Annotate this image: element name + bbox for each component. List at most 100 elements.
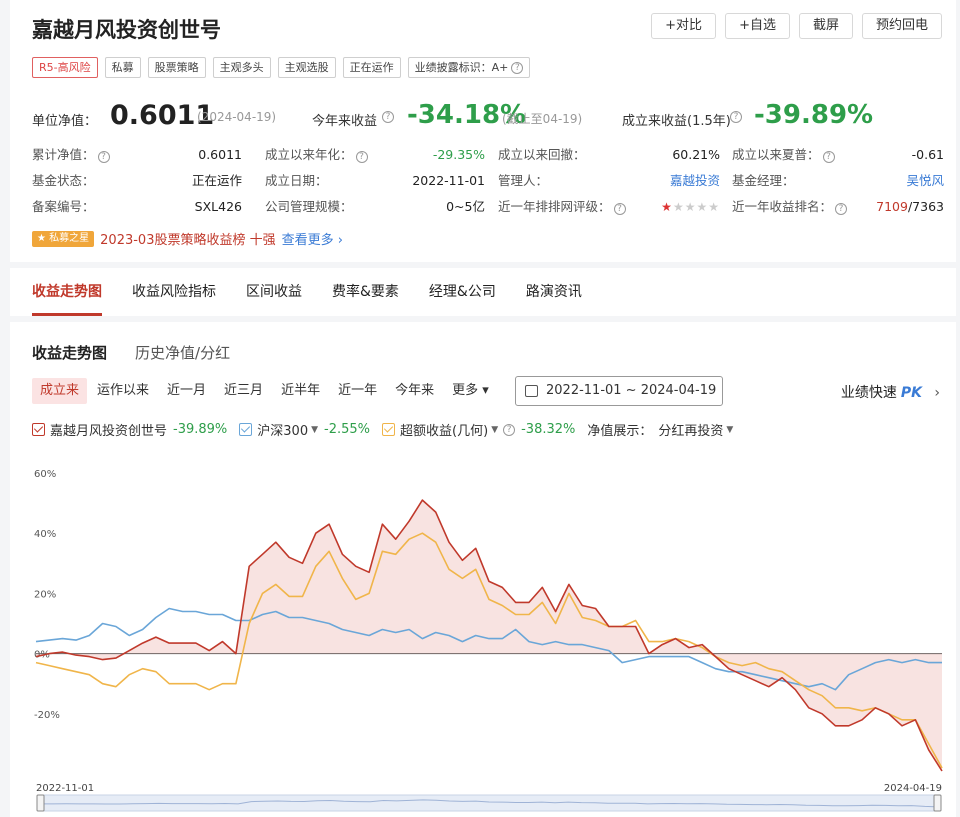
chevron-right-icon: › (934, 385, 940, 401)
info-value-text: 0~5亿 (446, 199, 485, 214)
dropdown-caret-icon: ▼ (726, 424, 734, 435)
checkbox-hs300[interactable] (239, 423, 253, 436)
range-handle-right[interactable] (933, 794, 942, 812)
legend-excess-value: -38.32% (521, 422, 576, 437)
x-end-label: 2024-04-19 (884, 783, 942, 794)
x-start-label: 2022-11-01 (36, 783, 94, 794)
ytd-label: 今年来收益 (312, 114, 378, 129)
period-since-operation[interactable]: 运作以来 (89, 378, 157, 404)
sub-tabs: 收益走势图 历史净值/分红 (32, 342, 230, 363)
legend-hs300-value: -2.55% (324, 422, 371, 437)
screenshot-button[interactable]: 截屏 (798, 13, 853, 39)
tag-disclosure: 业绩披露标识：A+? (407, 57, 531, 78)
watchlist-button[interactable]: +自选 (725, 13, 790, 39)
info-value: 7109/7363 (732, 198, 944, 224)
info-value-text: 正在运作 (191, 173, 242, 188)
star-icon: ★ (708, 200, 720, 214)
since-label: 成立来收益(1.5年) (622, 114, 731, 129)
info-value-total: /7363 (907, 199, 944, 214)
main-tabs-card: 收益走势图 收益风险指标 区间收益 费率&要素 经理&公司 路演资讯 (10, 268, 956, 316)
period-3m[interactable]: 近三月 (216, 378, 271, 404)
subtab-trend[interactable]: 收益走势图 (32, 342, 107, 363)
callback-button[interactable]: 预约回电 (861, 13, 942, 39)
period-ytd[interactable]: 今年来 (387, 378, 442, 404)
date-range-text: 2022-11-01 ~ 2024-04-19 (546, 383, 717, 398)
help-icon[interactable]: ? (382, 111, 394, 123)
tag-status: 正在运作 (342, 57, 401, 78)
fund-tags: R5-高风险 私募 股票策略 主观多头 主观选股 正在运作 业绩披露标识：A+? (32, 57, 531, 78)
info-value: 2022-11-01 (265, 172, 485, 198)
period-more-dropdown[interactable]: 更多 ▾ (444, 378, 497, 404)
info-row: 基金状态： 正在运作 成立日期： 2022-11-01 管理人： 嘉越投资 基金经理： 吴悦风 (32, 172, 944, 198)
info-value: ★★★★★ (498, 198, 720, 224)
period-6m[interactable]: 近半年 (273, 378, 328, 404)
calendar-icon (525, 385, 538, 397)
range-handle-left[interactable] (36, 794, 45, 812)
legend-hs300[interactable]: 沪深300 ▼ -2.55% (239, 420, 370, 439)
help-icon[interactable]: ? (503, 423, 516, 436)
info-row: 备案编号： SXL426 公司管理规模： 0~5亿 近一年排排网评级：? ★★★★★ 近一年… (32, 198, 944, 224)
info-value-text: 嘉越投资 (669, 173, 720, 188)
display-mode[interactable]: 净值展示： 分红再投资 ▼ (587, 420, 733, 439)
y-tick-label: 40% (34, 529, 56, 540)
period-1m[interactable]: 近一月 (159, 378, 214, 404)
period-selector: 成立来 运作以来 近一月 近三月 近半年 近一年 今年来 更多 ▾ (32, 378, 499, 404)
legend-excess[interactable]: 超额收益(几何) ▼ ? -38.32% (382, 420, 575, 439)
y-tick-label: 60% (34, 469, 56, 480)
legend-hs300-name: 沪深300 (257, 424, 309, 439)
info-grid: 累计净值：? 0.6011 成立以来年化：? -29.35% 成立以来回撤： 60.21%… (32, 146, 944, 224)
star-badge: ★ 私募之星 (32, 230, 95, 247)
dropdown-caret-icon[interactable]: ▼ (491, 425, 498, 435)
tag-risk: R5-高风险 (32, 57, 98, 78)
chart-legend: 嘉越月风投资创世号 -39.89% 沪深300 ▼ -2.55% 超额收益(几何… (32, 420, 745, 439)
checkbox-excess[interactable] (382, 423, 396, 436)
date-range-picker[interactable]: 2022-11-01 ~ 2024-04-19 (515, 376, 723, 406)
info-value: 0~5亿 (265, 198, 485, 224)
help-icon[interactable]: ? (511, 61, 524, 74)
tab-fees[interactable]: 费率&要素 (332, 268, 399, 316)
tab-interval-return[interactable]: 区间收益 (246, 268, 302, 316)
star-icon: ★ (661, 200, 673, 214)
pk-label: 业绩快速 (840, 385, 897, 401)
info-value-text: 2022-11-01 (412, 173, 485, 188)
since-value: -39.89% (754, 100, 874, 130)
tag-strategy: 股票策略 (147, 57, 206, 78)
return-line-chart: 60%40%20%0%-20%2022-11-012024-04-19 (34, 469, 943, 812)
info-value: 正在运作 (32, 172, 242, 198)
help-icon[interactable]: ? (730, 111, 742, 123)
info-value-text: -29.35% (432, 147, 485, 162)
info-value: 60.21% (498, 146, 720, 172)
action-buttons: +对比 +自选 截屏 预约回电 (651, 13, 942, 39)
compare-button[interactable]: +对比 (651, 13, 717, 39)
tab-manager[interactable]: 经理&公司 (429, 268, 496, 316)
legend-fund[interactable]: 嘉越月风投资创世号 -39.89% (32, 420, 227, 439)
info-value[interactable]: 吴悦风 (732, 172, 944, 198)
subtab-history[interactable]: 历史净值/分红 (135, 342, 230, 363)
info-value-text: SXL426 (194, 199, 242, 214)
info-value[interactable]: 嘉越投资 (498, 172, 720, 198)
tab-risk-metrics[interactable]: 收益风险指标 (132, 268, 216, 316)
period-1y[interactable]: 近一年 (330, 378, 385, 404)
nav-row: 单位净值： 0.6011 (2024-04-19) 今年来收益 ? -34.18… (32, 100, 942, 134)
info-value-text: 60.21% (672, 147, 720, 162)
tab-return-trend[interactable]: 收益走势图 (32, 268, 102, 316)
range-navigator (39, 794, 939, 812)
legend-fund-name: 嘉越月风投资创世号 (50, 424, 168, 439)
info-value-text: 吴悦风 (906, 173, 944, 188)
tag-private: 私募 (104, 57, 141, 78)
tab-roadshow[interactable]: 路演资讯 (526, 268, 582, 316)
display-label: 净值展示： (587, 424, 653, 439)
checkbox-fund[interactable] (32, 423, 45, 436)
nav-label: 单位净值： (32, 114, 98, 129)
period-since-inception[interactable]: 成立来 (32, 378, 88, 404)
ytd-note: (截止至04-19) (502, 112, 583, 126)
star-icon: ★ (696, 200, 709, 214)
dropdown-caret-icon[interactable]: ▼ (311, 425, 318, 435)
nav-date: (2024-04-19) (197, 110, 277, 124)
honor-more-link[interactable]: 查看更多 › (282, 229, 343, 248)
pk-link[interactable]: 业绩快速 PK › (841, 382, 940, 402)
star-icon: ★ (684, 200, 697, 214)
star-icon: ★ (672, 200, 685, 214)
main-tabs: 收益走势图 收益风险指标 区间收益 费率&要素 经理&公司 路演资讯 (10, 268, 956, 316)
tag-long: 主观多头 (212, 57, 271, 78)
